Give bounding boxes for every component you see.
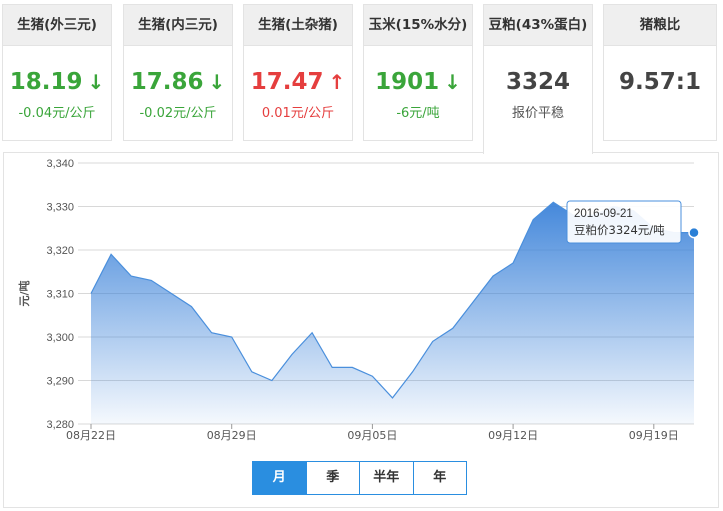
price-chart-frame: 3,280 3,290 3,300 3,310 3,320 3,330 3,340 元/吨 08… (3, 152, 719, 508)
x-tick-label: 08月29日 (207, 429, 257, 442)
tooltip-date: 2016-09-21 (574, 208, 633, 220)
arrow-up-icon: ↑ (328, 70, 346, 94)
y-axis-label: 元/吨 (17, 280, 31, 306)
y-tick-label: 3,300 (46, 332, 74, 344)
data-point (452, 327, 454, 329)
data-point (211, 332, 213, 334)
y-tick-label: 3,320 (46, 245, 74, 257)
data-point (251, 371, 253, 373)
card-title: 生猪(土杂猪) (244, 5, 352, 46)
y-tick-label: 3,310 (46, 289, 74, 301)
data-point (492, 275, 494, 277)
card-value-text: 3324 (505, 69, 570, 95)
price-card-5[interactable]: 猪粮比 9.57:1 (603, 4, 717, 141)
card-change: 报价平稳 (511, 106, 564, 121)
arrow-down-icon: ↓ (87, 70, 105, 94)
price-chart[interactable]: 3,2803,2903,3003,3103,3203,3303,340元/吨08… (4, 153, 720, 509)
card-value-text: 18.19 (9, 69, 83, 95)
card-value: 17.47 ↑ (244, 68, 352, 96)
card-value: 1901 ↓ (364, 68, 472, 96)
data-point (472, 301, 474, 303)
data-point (110, 253, 112, 255)
data-point (331, 366, 333, 368)
card-change: -0.02元/公斤 (139, 106, 217, 121)
data-point (271, 380, 273, 382)
card-title: 生猪(内三元) (124, 5, 232, 46)
tab-1[interactable]: 季 (305, 462, 360, 494)
y-tick-label: 3,340 (46, 158, 74, 170)
data-point (512, 262, 514, 264)
card-title: 玉米(15%水分) (364, 5, 472, 46)
data-point (432, 340, 434, 342)
card-change: 0.01元/公斤 (261, 106, 335, 121)
card-value: 17.86 ↓ (124, 68, 232, 96)
tooltip-value: 豆粕价3324元/吨 (574, 223, 665, 237)
data-point (552, 201, 554, 203)
card-value: 18.19 ↓ (3, 68, 111, 96)
data-point (351, 366, 353, 368)
card-value: 9.57:1 (604, 68, 716, 96)
x-tick-label: 08月22日 (66, 429, 116, 442)
card-title: 猪粮比 (604, 5, 716, 46)
card-value-text: 17.47 (250, 69, 324, 95)
card-title: 豆粕(43%蛋白) (484, 5, 592, 46)
data-point (291, 353, 293, 355)
period-tabs: 月季半年年 (252, 461, 467, 495)
card-title: 生猪(外三元) (3, 5, 111, 46)
price-card-1[interactable]: 生猪(内三元) 17.86 ↓ -0.02元/公斤 (123, 4, 233, 141)
card-value-text: 17.86 (130, 69, 204, 95)
data-point (371, 375, 373, 377)
data-point (311, 332, 313, 334)
data-point (191, 306, 193, 308)
arrow-down-icon: ↓ (208, 70, 226, 94)
price-card-4[interactable]: 豆粕(43%蛋白) 3324 报价平稳 (483, 4, 593, 154)
y-tick-label: 3,290 (46, 376, 74, 388)
card-change: -6元/吨 (396, 106, 440, 121)
data-point (231, 336, 233, 338)
y-tick-label: 3,330 (46, 202, 74, 214)
data-point (688, 226, 700, 239)
data-point (130, 275, 132, 277)
data-point (170, 293, 172, 295)
data-point (90, 293, 92, 295)
tab-2[interactable]: 半年 (359, 462, 413, 494)
card-value-text: 9.57:1 (619, 69, 701, 95)
card-value-text: 1901 (375, 69, 440, 95)
tab-3[interactable]: 年 (412, 462, 467, 494)
data-point (412, 371, 414, 373)
x-tick-label: 09月12日 (488, 429, 538, 442)
price-card-0[interactable]: 生猪(外三元) 18.19 ↓ -0.04元/公斤 (2, 4, 112, 141)
x-tick-label: 09月19日 (629, 429, 679, 442)
price-card-2[interactable]: 生猪(土杂猪) 17.47 ↑ 0.01元/公斤 (243, 4, 353, 141)
arrow-down-icon: ↓ (444, 70, 461, 94)
price-cards: 生猪(外三元) 18.19 ↓ -0.04元/公斤 生猪(内三元) 17.86 ↓ -0.02… (0, 0, 723, 160)
data-point (150, 279, 152, 281)
data-point (392, 397, 394, 399)
card-value: 3324 (484, 68, 592, 96)
x-tick-label: 09月05日 (347, 429, 397, 442)
tab-0[interactable]: 月 (253, 462, 306, 494)
price-card-3[interactable]: 玉米(15%水分) 1901 ↓ -6元/吨 (363, 4, 473, 141)
card-change: -0.04元/公斤 (18, 106, 96, 121)
data-point (532, 219, 534, 221)
